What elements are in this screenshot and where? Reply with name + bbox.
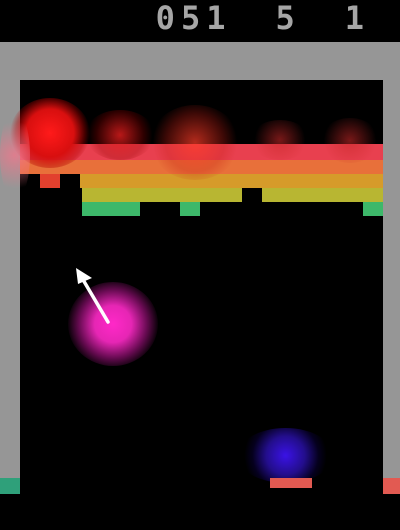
brick-gap	[242, 188, 262, 202]
brick-row-red	[20, 144, 383, 160]
brick-row-yellow	[82, 188, 383, 202]
paddle[interactable]	[270, 478, 312, 488]
left-wall	[0, 42, 20, 478]
brick-field	[20, 80, 383, 230]
score-bar: 051 5 1	[0, 0, 400, 42]
brick-row-orange	[20, 160, 383, 174]
right-wall-marker	[383, 478, 400, 494]
ball-trail	[238, 428, 333, 483]
top-wall	[0, 42, 400, 80]
brick-green	[82, 202, 140, 216]
brick-green	[363, 202, 383, 216]
lives-display: 5	[275, 0, 301, 37]
brick-green	[180, 202, 200, 216]
player-number: 1	[344, 0, 370, 37]
brick-gap	[20, 174, 40, 188]
arrow-icon	[76, 268, 110, 324]
brick-gap	[60, 174, 80, 188]
score-display: 051	[155, 0, 232, 37]
left-wall-marker	[0, 478, 20, 494]
brick-red-remnant	[40, 174, 60, 188]
right-wall	[383, 42, 400, 478]
